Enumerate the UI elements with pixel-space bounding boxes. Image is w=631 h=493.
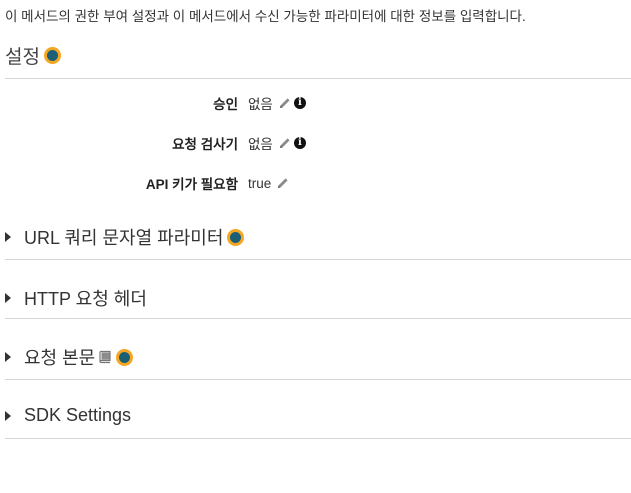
- divider: [5, 259, 631, 260]
- divider: [5, 78, 631, 79]
- status-dot-icon: [227, 228, 245, 246]
- section-request-body[interactable]: 요청 본문: [5, 344, 134, 370]
- api-key-required-value: true: [248, 175, 272, 191]
- section-http-request-headers[interactable]: HTTP 요청 헤더: [5, 285, 147, 311]
- divider: [5, 438, 631, 439]
- caret-right-icon: [5, 410, 11, 421]
- pencil-icon[interactable]: [277, 177, 289, 189]
- pencil-icon[interactable]: [279, 137, 291, 149]
- section-url-query-params[interactable]: URL 쿼리 문자열 파라미터: [5, 224, 245, 250]
- book-icon: [99, 350, 111, 364]
- pencil-icon[interactable]: [279, 97, 291, 109]
- divider: [5, 318, 631, 319]
- authorization-value: 없음: [248, 97, 273, 112]
- prop-label-request-validator: 요청 검사기: [172, 137, 238, 152]
- prop-row-authorization: 승인 없음 i: [0, 93, 631, 113]
- prop-row-api-key-required: API 키가 필요함 true: [0, 173, 631, 193]
- settings-title-label: 설정: [5, 47, 40, 68]
- section-title: 요청 본문: [24, 348, 96, 368]
- status-dot-icon: [116, 348, 134, 366]
- section-sdk-settings[interactable]: SDK Settings: [5, 405, 131, 426]
- prop-label-authorization: 승인: [213, 97, 238, 112]
- caret-right-icon: [5, 352, 11, 362]
- caret-right-icon: [5, 232, 11, 242]
- status-dot-icon: [43, 47, 61, 64]
- prop-value-request-validator: 없음 i: [248, 133, 306, 153]
- prop-row-request-validator: 요청 검사기 없음 i: [0, 133, 631, 153]
- section-title: SDK Settings: [24, 405, 132, 425]
- request-validator-value: 없음: [248, 137, 273, 152]
- intro-text: 이 메서드의 권한 부여 설정과 이 메서드에서 수신 가능한 파라미터에 대한…: [5, 9, 526, 24]
- section-title: URL 쿼리 문자열 파라미터: [24, 228, 224, 248]
- divider: [5, 379, 631, 380]
- info-icon[interactable]: i: [293, 137, 306, 149]
- section-title: HTTP 요청 헤더: [24, 289, 147, 309]
- prop-value-authorization: 없음 i: [248, 93, 306, 113]
- caret-right-icon: [5, 293, 11, 303]
- prop-label-api-key-required: API 키가 필요함: [145, 177, 238, 192]
- settings-title: 설정: [5, 42, 61, 69]
- prop-value-api-key-required: true: [248, 176, 289, 191]
- info-icon[interactable]: i: [293, 97, 306, 109]
